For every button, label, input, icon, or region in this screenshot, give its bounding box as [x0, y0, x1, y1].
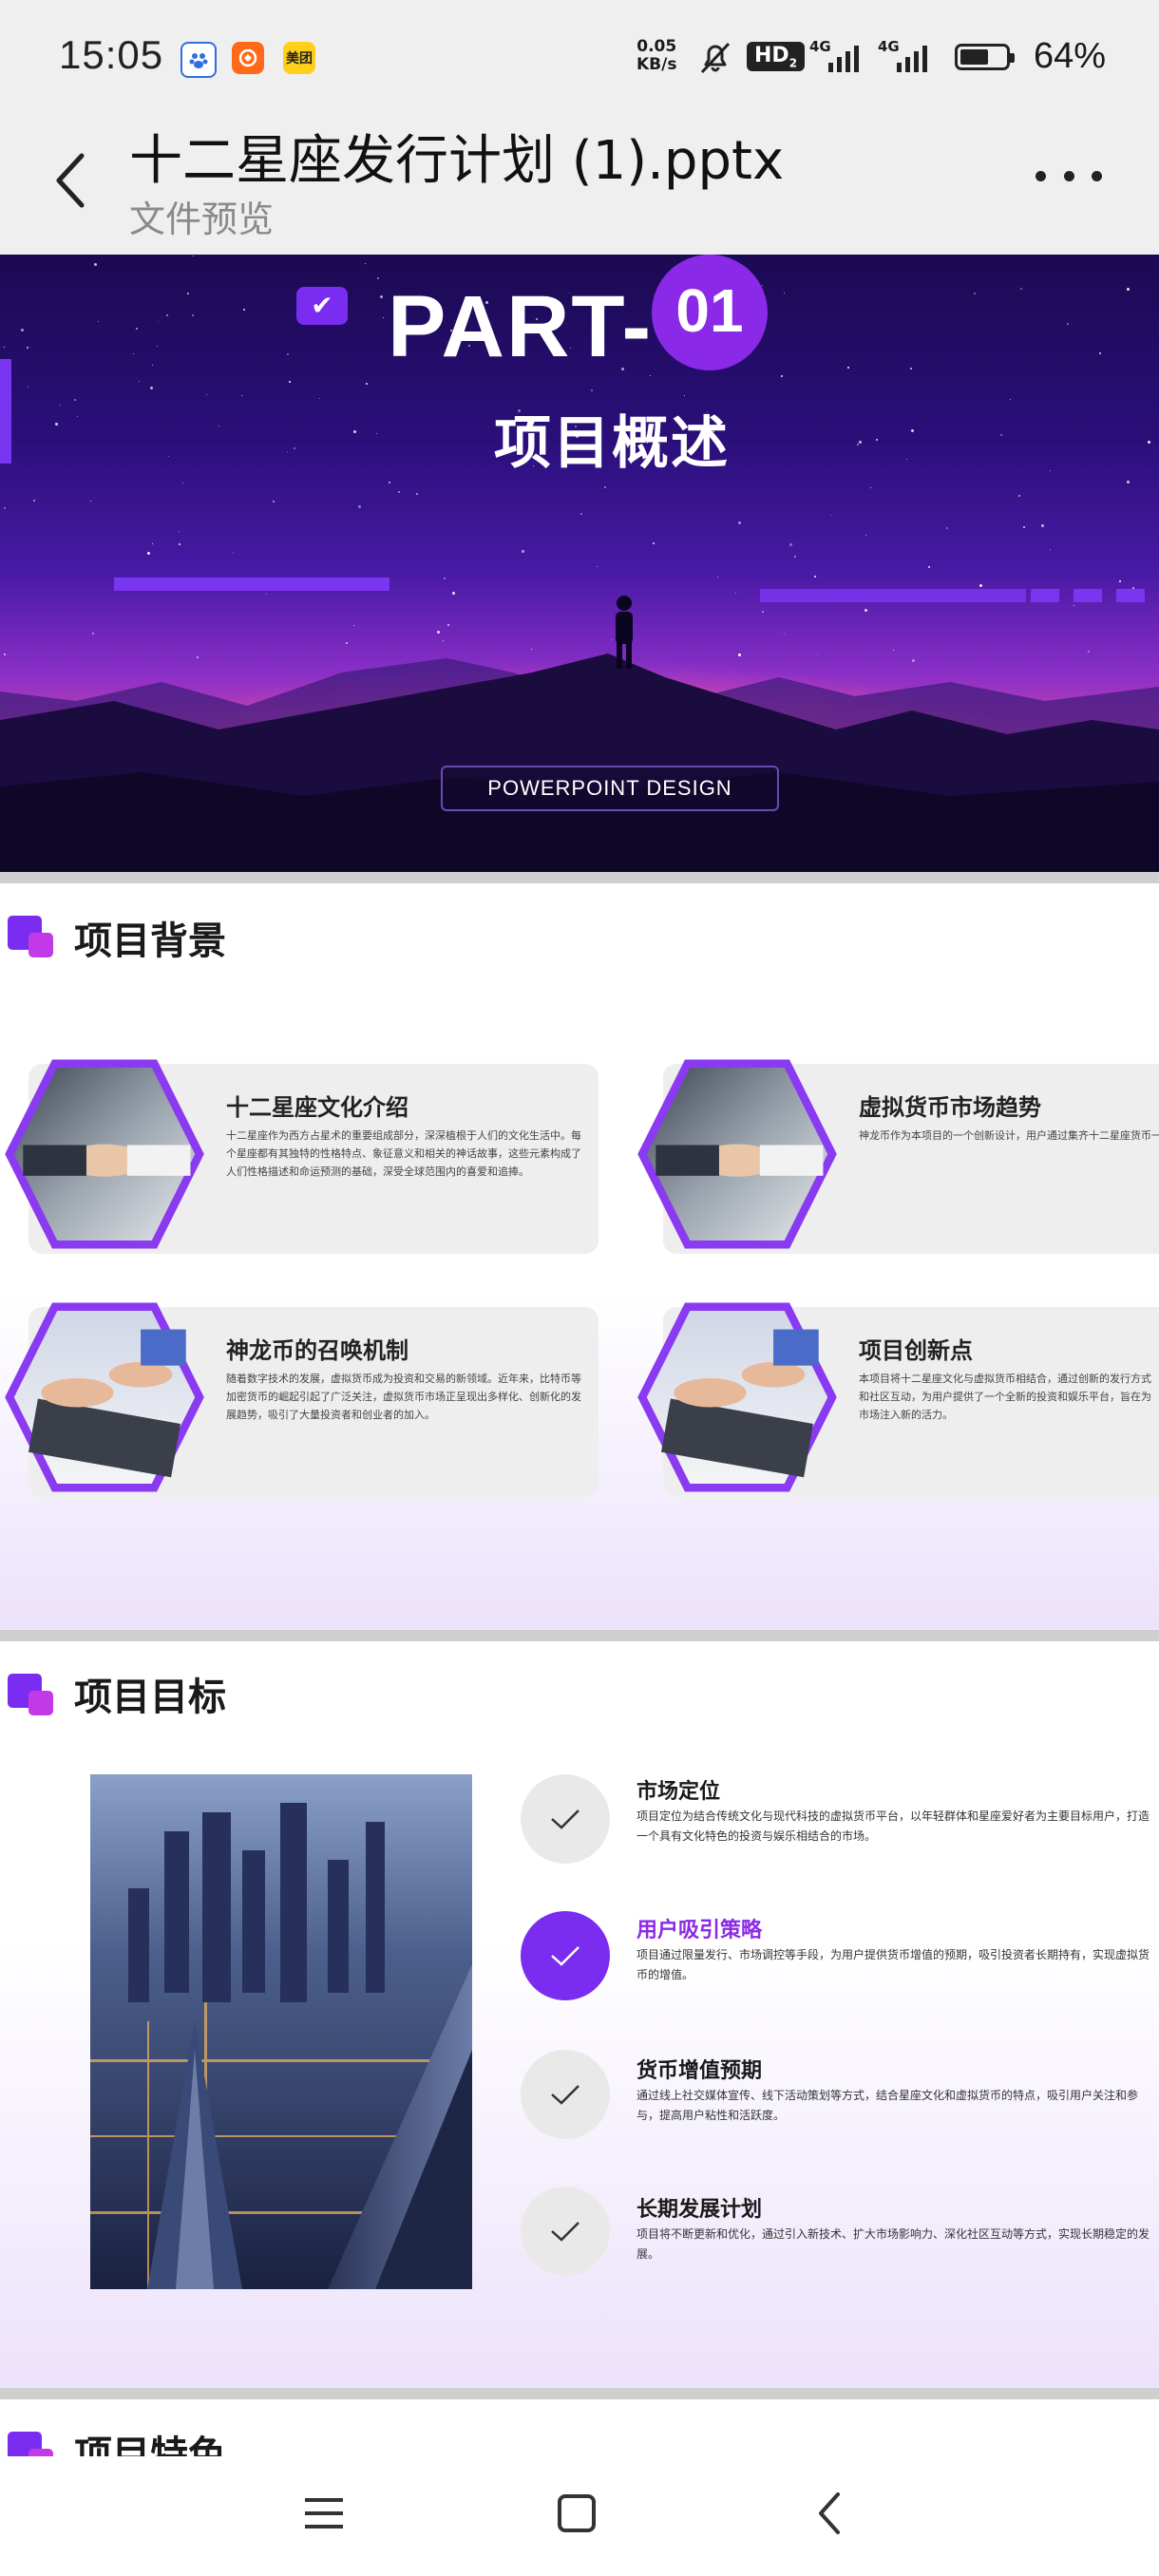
handshake-photo: [5, 1059, 204, 1249]
goal-text: 项目定位为结合传统文化与现代科技的虚拟货币平台，以年轻群体和星座爱好者为主要目标…: [636, 1809, 1150, 1843]
file-title: 十二星座发行计划 (1).pptx: [129, 130, 785, 192]
card-text: 十二星座作为西方占星术的重要组成部分，深深植根于人们的文化生活中。每个星座都有其…: [226, 1129, 581, 1178]
goal-title: 用户吸引策略: [636, 1919, 763, 1942]
more-options-button[interactable]: [1036, 152, 1102, 199]
section-title: 项目背景: [74, 919, 226, 963]
check-icon: [551, 2222, 580, 2242]
card-text: 本项目将十二星座文化与虚拟货币相结合，通过创新的发行方式和社区互动，为用户提供了…: [859, 1373, 1151, 1421]
design-label: POWERPOINT DESIGN: [441, 766, 779, 811]
menu-icon: [305, 2498, 343, 2529]
goal-check-button[interactable]: [521, 2187, 610, 2276]
goal-title: 市场定位: [636, 1780, 721, 1804]
handshake-photo: [637, 1059, 837, 1249]
card-text: 神龙币作为本项目的一个创新设计，用户通过集齐十二星座货币一枚神龙币，这种机制不仅…: [859, 1129, 1159, 1142]
section-squares-icon: [8, 1674, 59, 1715]
laptop-typing-photo: [637, 1302, 837, 1492]
menu-button[interactable]: [281, 2475, 367, 2551]
card-text: 随着数字技术的发展，虚拟货币成为投资和交易的新领域。近年来，比特币等加密货币的崛…: [226, 1373, 581, 1421]
dot-icon: [1063, 170, 1074, 181]
goal-title: 货币增值预期: [636, 2059, 763, 2083]
signal-bars-1-icon: [828, 44, 859, 72]
meituan-icon: 美团: [283, 42, 315, 74]
goal-check-button[interactable]: [521, 1911, 610, 2000]
card-title: 神龙币的召唤机制: [226, 1337, 408, 1364]
slide-background: 项目背景 十二星座文化介绍 十二星座作为西方占星术的重要组成部分，深深植根于人们…: [0, 883, 1159, 1629]
back-icon: [819, 2492, 840, 2534]
file-subtitle: 文件预览: [129, 199, 275, 240]
goal-text: 项目将不断更新和优化，通过引入新技术、扩大市场影响力、深化社区互动等方式，实现长…: [636, 2227, 1150, 2261]
dot-icon: [1036, 170, 1046, 181]
baidu-icon: [180, 42, 217, 78]
slide-divider: [0, 2388, 1159, 2399]
section-title: 项目目标: [74, 1676, 226, 1719]
section-squares-icon: [8, 2432, 59, 2456]
check-icon: [551, 1809, 580, 1829]
status-time: 15:05: [59, 32, 164, 77]
card-title: 十二星座文化介绍: [226, 1094, 408, 1121]
chevron-left-icon: [56, 153, 85, 208]
goal-text: 项目通过限量发行、市场调控等手段，为用户提供货币增值的预期，吸引投资者长期持有，…: [636, 1948, 1150, 1981]
slide-heading: 项目概述: [494, 410, 730, 477]
taobao-icon: [232, 42, 264, 74]
city-aerial-photo: [90, 1774, 472, 2289]
back-button[interactable]: [42, 142, 99, 218]
back-nav-button[interactable]: [787, 2475, 872, 2551]
hd-badge: HD2: [747, 42, 806, 72]
home-button[interactable]: [534, 2475, 619, 2551]
goal-check-button[interactable]: [521, 1774, 610, 1864]
dot-icon: [1092, 170, 1102, 181]
battery-percent: 64%: [1034, 36, 1107, 76]
signal-bars-2-icon: [897, 44, 927, 72]
slide-background: 项目特色: [0, 2399, 1159, 2456]
home-icon: [558, 2494, 596, 2532]
section-squares-icon: [8, 916, 59, 957]
goal-check-button[interactable]: [521, 2050, 610, 2139]
card-title: 虚拟货币市场趋势: [859, 1094, 1041, 1121]
check-chat-icon: ✔: [296, 287, 348, 325]
goal-title: 长期发展计划: [636, 2198, 763, 2222]
part-label: PART-: [388, 278, 654, 375]
net-speed: 0.05 KB/s: [636, 37, 677, 74]
battery-icon: [955, 44, 1015, 70]
bell-muted-icon: [696, 38, 734, 80]
check-icon: [551, 1946, 580, 1966]
person-silhouette: [616, 596, 633, 669]
check-icon: [551, 2085, 580, 2105]
slide-divider: [0, 872, 1159, 883]
goal-text: 通过线上社交媒体宣传、线下活动策划等方式，结合星座文化和虚拟货币的特点，吸引用户…: [636, 2089, 1139, 2122]
card-title: 项目创新点: [859, 1337, 973, 1364]
part-number: 01: [652, 255, 768, 370]
laptop-typing-photo: [5, 1302, 204, 1492]
slide-divider: [0, 1630, 1159, 1641]
section-title: 项目特色: [74, 2434, 226, 2456]
